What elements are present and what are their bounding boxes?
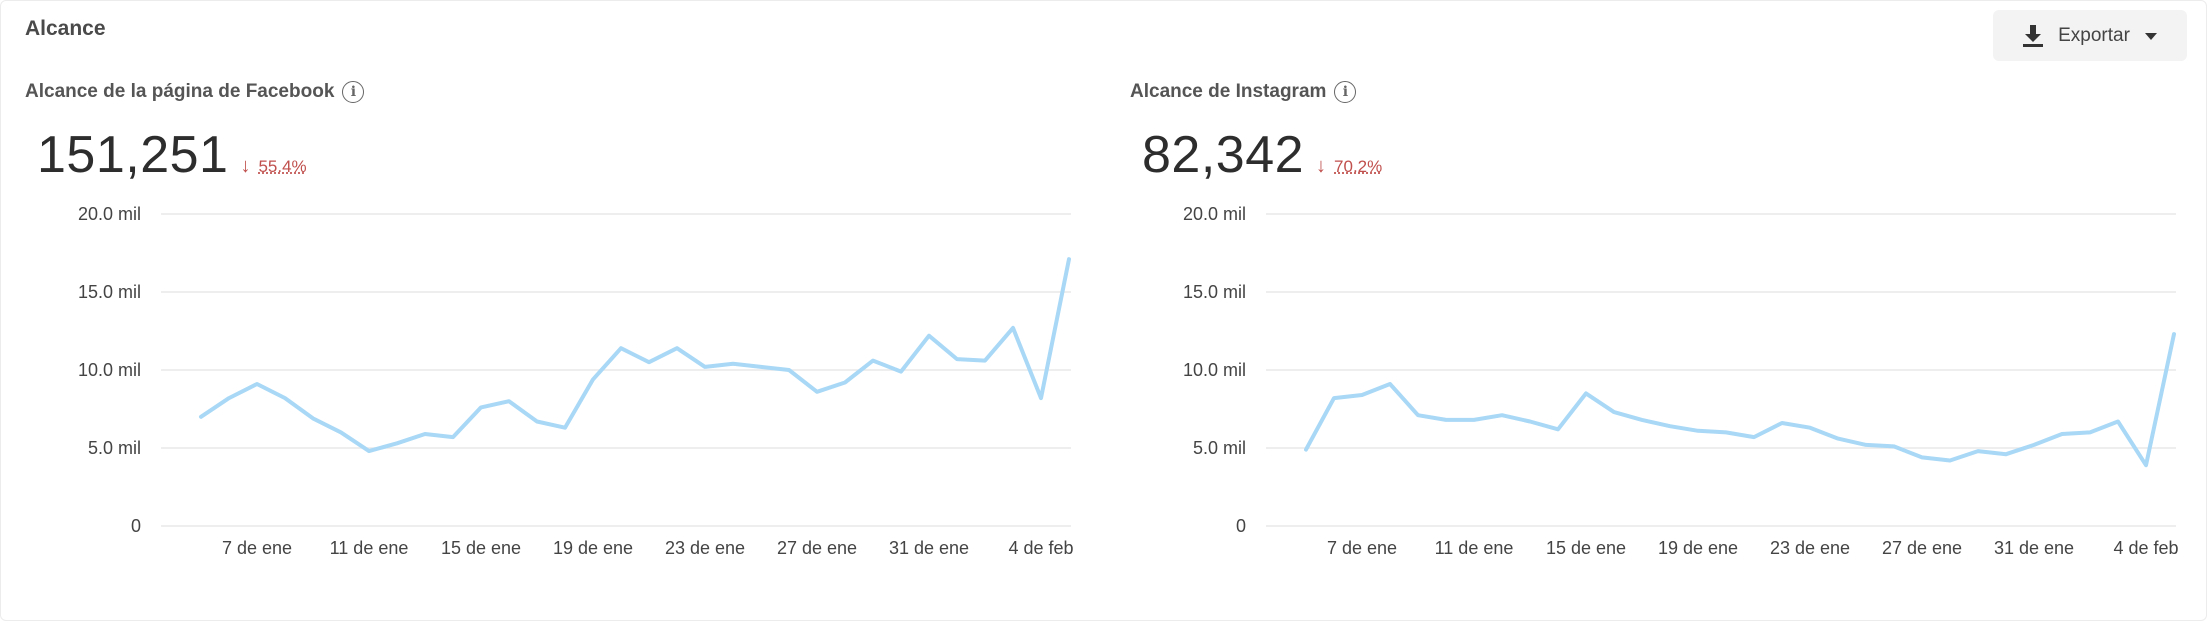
y-tick-label: 5.0 mil (1193, 438, 1246, 458)
facebook-reach-panel: Alcance de la página de Facebook i 151,2… (1, 1, 1101, 621)
series-line (1304, 332, 2176, 468)
reach-card: Alcance Exportar Alcance de la página de… (0, 0, 2207, 621)
x-tick-label: 11 de ene (1435, 538, 1514, 558)
x-tick-label: 27 de ene (777, 538, 857, 558)
instagram-reach-chart: 0 5.0 mil 10.0 mil 15.0 mil 20.0 mil 7 de ene… (1183, 204, 2179, 558)
y-tick-label: 20.0 mil (1183, 204, 1246, 224)
x-tick-label: 11 de ene (330, 538, 409, 558)
y-tick-label: 0 (131, 516, 141, 536)
y-tick-label: 20.0 mil (78, 204, 141, 224)
x-tick-label: 31 de ene (1994, 538, 2074, 558)
x-tick-label: 23 de ene (1770, 538, 1850, 558)
y-tick-label: 0 (1236, 516, 1246, 536)
y-tick-label: 15.0 mil (78, 282, 141, 302)
x-tick-label: 19 de ene (553, 538, 633, 558)
x-tick-label: 27 de ene (1882, 538, 1962, 558)
x-tick-label: 31 de ene (889, 538, 969, 558)
y-tick-label: 5.0 mil (88, 438, 141, 458)
x-tick-label: 4 de feb (2113, 538, 2178, 558)
x-tick-label: 7 de ene (1327, 538, 1397, 558)
instagram-reach-panel: Alcance de Instagram i 82,342 ↓ 70.2% 05… (1106, 1, 2206, 621)
x-tick-label: 15 de ene (1546, 538, 1626, 558)
x-tick-label: 15 de ene (441, 538, 521, 558)
y-tick-label: 15.0 mil (1183, 282, 1246, 302)
y-tick-label: 10.0 mil (78, 360, 141, 380)
facebook-reach-chart: 0 5.0 mil 10.0 mil 15.0 mil 20.0 mil 7 de ene… (78, 204, 1074, 558)
x-tick-label: 7 de ene (222, 538, 292, 558)
x-tick-label: 23 de ene (665, 538, 745, 558)
x-tick-label: 19 de ene (1658, 538, 1738, 558)
x-tick-label: 4 de feb (1008, 538, 1073, 558)
y-tick-label: 10.0 mil (1183, 360, 1246, 380)
series-line (199, 257, 1071, 454)
